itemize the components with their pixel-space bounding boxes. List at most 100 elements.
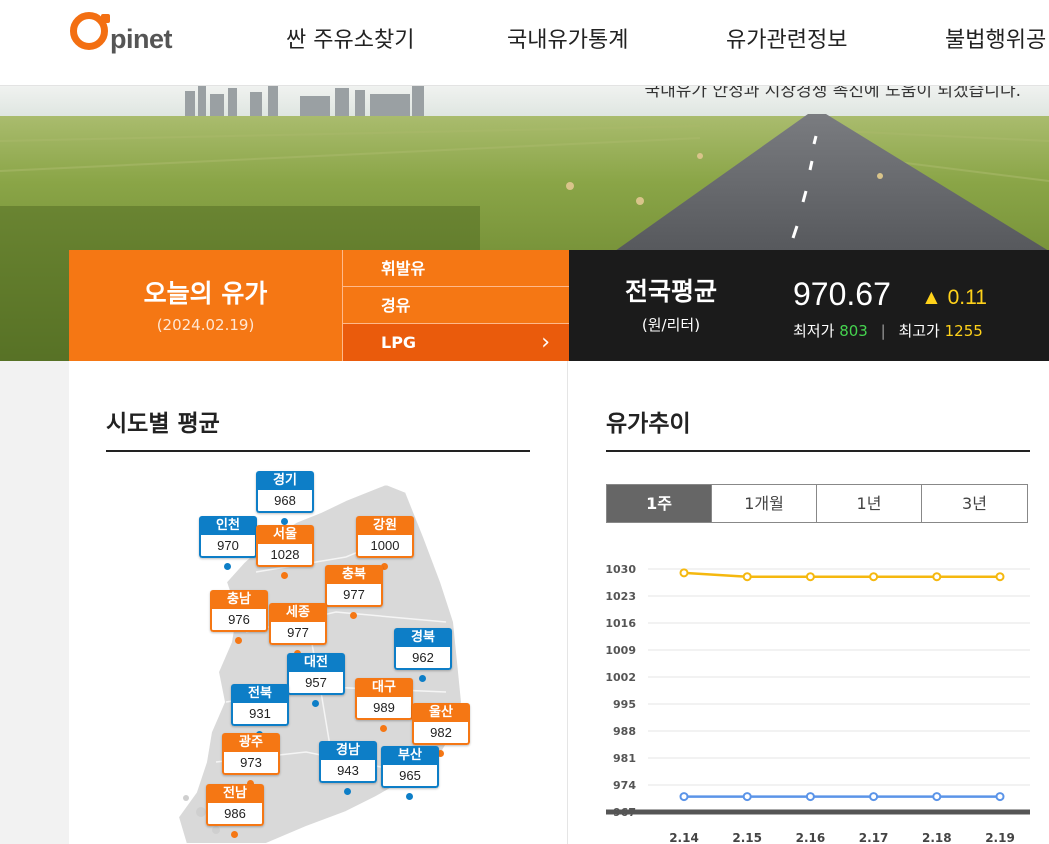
today-title: 오늘의 유가 (143, 279, 268, 308)
section-divider (567, 361, 568, 844)
regional-average-rule (106, 450, 530, 452)
region-name: 대구 (355, 678, 413, 697)
x-tick-label: 2.17 (859, 831, 889, 844)
region-badge[interactable]: 인천 970 (199, 516, 257, 558)
region-badge[interactable]: 경남 943 (319, 741, 377, 783)
y-tick-label: 1002 (605, 671, 636, 684)
region-price: 962 (394, 647, 452, 670)
price-unit: (원/리터) (641, 316, 701, 334)
max-price-value: 1255 (944, 322, 983, 340)
region-price: 973 (222, 752, 280, 775)
korea-region-map: 경기 968 인천 970 서울 1028 강원 1000 충북 977 충남 976 세종 977 경북 9… (106, 462, 536, 844)
region-location-dot (344, 788, 351, 795)
region-badge[interactable]: 경북 962 (394, 628, 452, 670)
region-badge[interactable]: 세종 977 (269, 603, 327, 645)
region-location-dot (224, 563, 231, 570)
nav-cheap-station[interactable]: 싼 주유소찾기 (286, 22, 414, 54)
region-price: 943 (319, 760, 377, 783)
region-badge[interactable]: 전남 986 (206, 784, 264, 826)
region-name: 서울 (256, 525, 314, 544)
region-price: 931 (231, 703, 289, 726)
x-tick-label: 2.18 (922, 831, 952, 844)
region-price: 986 (206, 803, 264, 826)
region-badge[interactable]: 대전 957 (287, 653, 345, 695)
region-name: 대전 (287, 653, 345, 672)
fuel-type-tabs: 휘발유 경유 LPG › (342, 250, 570, 361)
x-tick-label: 2.14 (669, 831, 699, 844)
y-tick-label: 974 (613, 779, 636, 792)
max-price-label: 최고가 (898, 322, 940, 340)
today-price-panel: 오늘의 유가 (2024.02.19) (69, 250, 342, 361)
region-location-dot (380, 725, 387, 732)
logo-o-mark (70, 12, 110, 50)
region-name: 충북 (325, 565, 383, 584)
series-point (869, 792, 879, 802)
series-point (932, 572, 942, 582)
region-badge[interactable]: 충북 977 (325, 565, 383, 607)
region-price: 977 (325, 584, 383, 607)
region-price: 957 (287, 672, 345, 695)
region-name: 경남 (319, 741, 377, 760)
region-badge[interactable]: 충남 976 (210, 590, 268, 632)
series-point (742, 572, 752, 582)
region-badge[interactable]: 강원 1000 (356, 516, 414, 558)
region-name: 세종 (269, 603, 327, 622)
tab-1month[interactable]: 1개월 (712, 485, 817, 522)
region-price: 977 (269, 622, 327, 645)
series-point (742, 792, 752, 802)
price-change: ▲ 0.11 (921, 286, 987, 309)
y-tick-label: 988 (613, 725, 636, 738)
region-location-dot (281, 572, 288, 579)
chevron-right-icon: › (541, 330, 550, 355)
region-price: 1000 (356, 535, 414, 558)
region-location-dot (281, 518, 288, 525)
trend-title: 유가추이 (606, 411, 691, 437)
region-name: 광주 (222, 733, 280, 752)
series-point (932, 792, 942, 802)
region-location-dot (406, 793, 413, 800)
region-badge[interactable]: 경기 968 (256, 471, 314, 513)
region-location-dot (350, 612, 357, 619)
region-badge[interactable]: 전북 931 (231, 684, 289, 726)
fuel-tab-lpg[interactable]: LPG › (343, 324, 570, 361)
series-point (869, 572, 879, 582)
region-location-dot (419, 675, 426, 682)
region-name: 경기 (256, 471, 314, 490)
y-tick-label: 1009 (605, 644, 636, 657)
y-tick-label: 1030 (605, 563, 636, 576)
x-tick-label: 2.15 (732, 831, 762, 844)
fuel-tab-diesel[interactable]: 경유 (343, 287, 570, 324)
region-price: 976 (210, 609, 268, 632)
tab-1year[interactable]: 1년 (817, 485, 922, 522)
national-average-label: 전국평균 (624, 277, 717, 306)
series-point (805, 572, 815, 582)
left-gutter (0, 361, 69, 844)
nav-oil-info[interactable]: 유가관련정보 (726, 22, 847, 54)
region-name: 부산 (381, 746, 439, 765)
tab-1week[interactable]: 1주 (607, 485, 712, 522)
min-max-separator: | (880, 322, 886, 340)
region-badge[interactable]: 대구 989 (355, 678, 413, 720)
region-location-dot (235, 637, 242, 644)
y-tick-label: 981 (613, 752, 636, 765)
nav-domestic-stats[interactable]: 국내유가통계 (507, 22, 628, 54)
y-tick-label: 1023 (605, 590, 636, 603)
trend-period-tabs: 1주 1개월 1년 3년 (606, 484, 1028, 523)
series-point (995, 792, 1005, 802)
region-price: 982 (412, 722, 470, 745)
min-price-value: 803 (839, 322, 868, 340)
series-point (679, 792, 689, 802)
site-header: pinet 싼 주유소찾기 국내유가통계 유가관련정보 불법행위공 (0, 0, 1049, 86)
region-badge[interactable]: 광주 973 (222, 733, 280, 775)
region-name: 강원 (356, 516, 414, 535)
nav-illegal-activity[interactable]: 불법행위공 (945, 22, 1046, 54)
region-price: 989 (355, 697, 413, 720)
national-average-price: 970.67 (793, 276, 891, 312)
region-badge[interactable]: 울산 982 (412, 703, 470, 745)
opinet-logo[interactable]: pinet (70, 12, 190, 62)
region-badge[interactable]: 서울 1028 (256, 525, 314, 567)
trend-rule (606, 450, 1030, 452)
tab-3year[interactable]: 3년 (922, 485, 1027, 522)
fuel-tab-gasoline[interactable]: 휘발유 (343, 250, 570, 287)
region-badge[interactable]: 부산 965 (381, 746, 439, 788)
